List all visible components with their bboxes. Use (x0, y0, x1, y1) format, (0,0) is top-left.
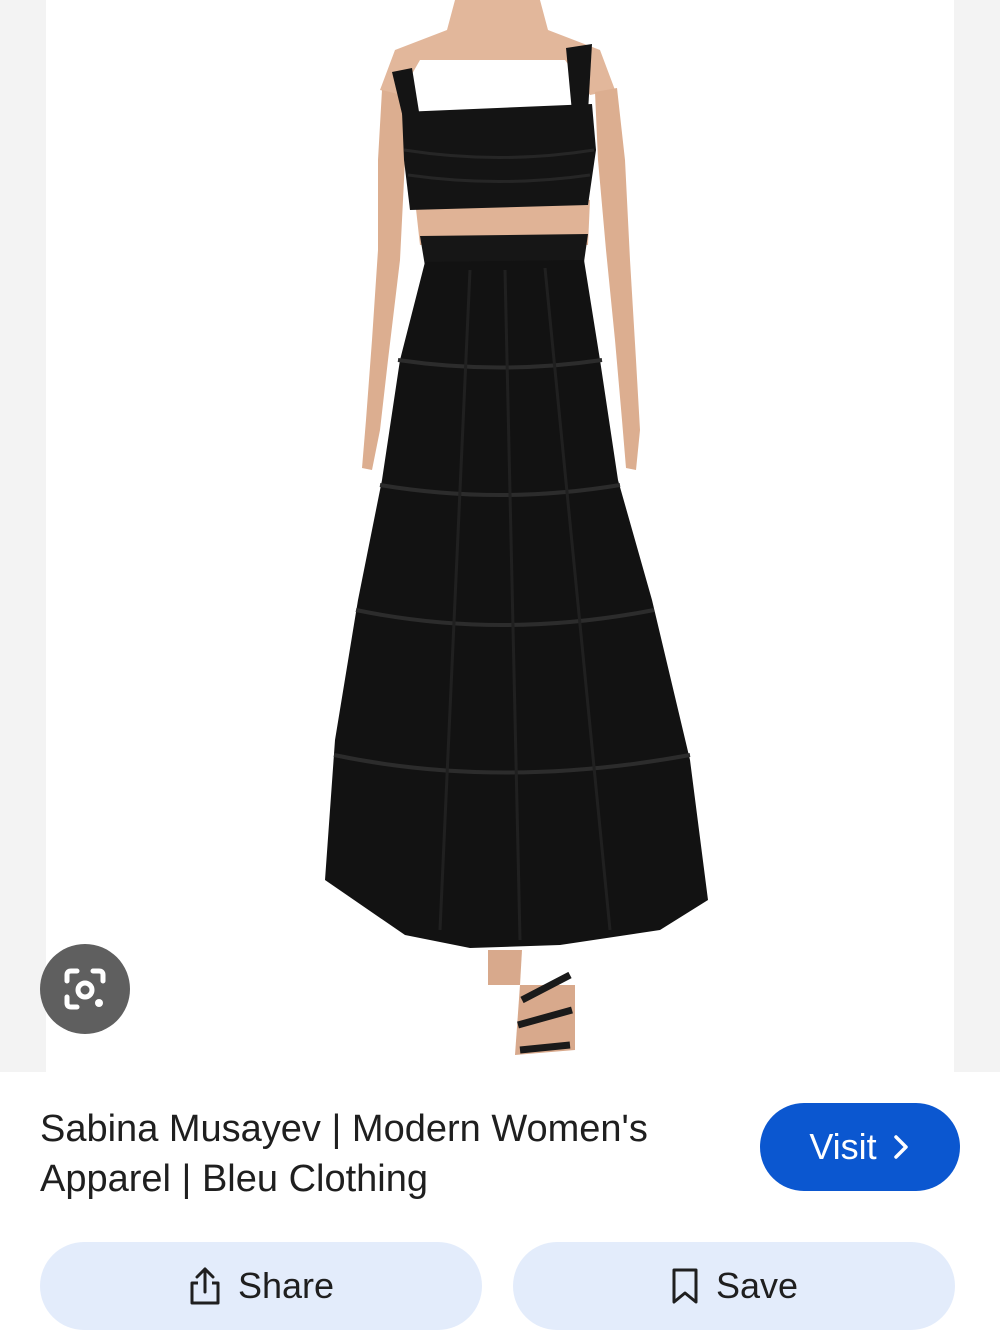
save-button[interactable]: Save (513, 1242, 955, 1330)
share-button[interactable]: Share (40, 1242, 482, 1330)
bookmark-icon (670, 1267, 700, 1305)
google-lens-button[interactable] (40, 944, 130, 1034)
image-viewer (0, 0, 1000, 1072)
share-label: Share (237, 1265, 335, 1306)
google-lens-icon (61, 965, 109, 1013)
share-icon (188, 1266, 222, 1306)
action-bar: Share Save (0, 1242, 1000, 1333)
product-image (325, 0, 708, 1055)
save-label: Save (715, 1265, 799, 1306)
result-title: Sabina Musayev | Modern Women's Apparel … (40, 1108, 648, 1200)
visit-label: Visit (809, 1126, 877, 1167)
result-info: Sabina Musayev | Modern Women's Apparel … (0, 1072, 1000, 1242)
visit-button[interactable]: Visit (760, 1103, 960, 1191)
chevron-right-icon (891, 1134, 911, 1160)
